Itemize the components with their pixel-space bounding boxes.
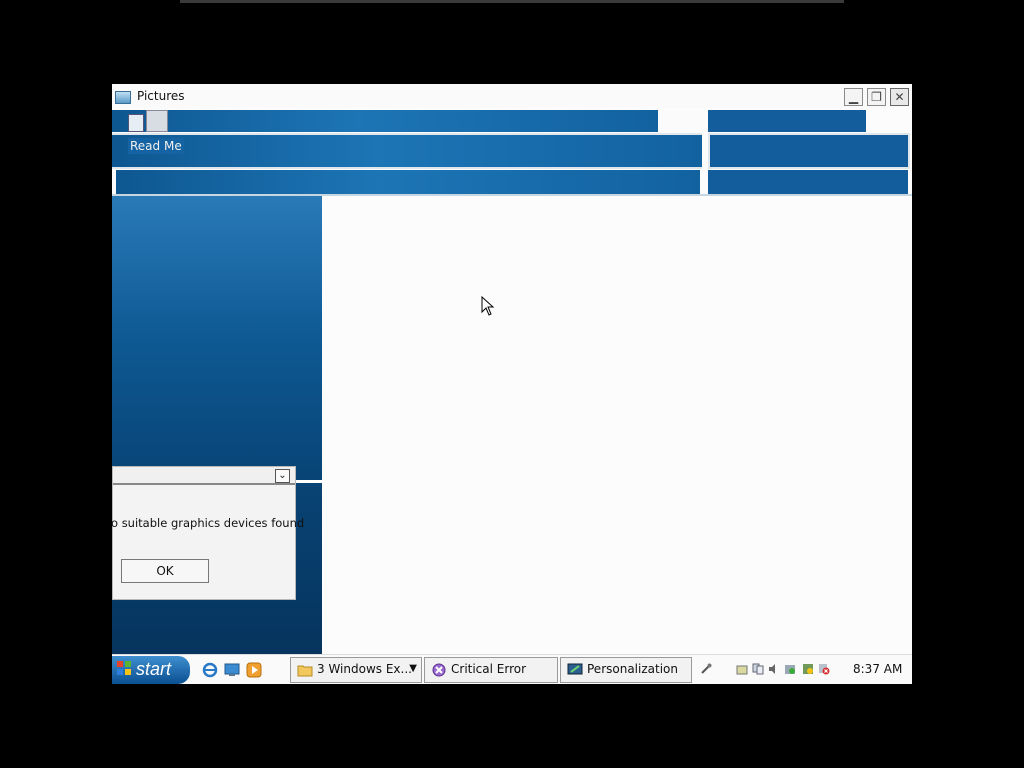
task-windows-explorer[interactable]: 3 Windows Ex... ▼: [290, 657, 422, 683]
tray-tool-icon[interactable]: [736, 663, 748, 675]
critical-error-dialog: ⌄ o suitable graphics devices found OK: [112, 466, 304, 600]
toolbar-gap: [658, 110, 708, 132]
close-button[interactable]: ✕: [890, 88, 909, 106]
start-label: start: [136, 659, 172, 679]
address-band: [112, 133, 702, 169]
folder-icon: [297, 665, 313, 677]
close-icon: ✕: [894, 90, 905, 104]
dialog-dropdown-button[interactable]: ⌄: [275, 469, 290, 483]
microphone-icon[interactable]: [700, 663, 712, 675]
minimize-button[interactable]: ▁: [844, 88, 863, 106]
task-label: Personalization: [587, 662, 678, 676]
desktop-screen: Pictures ▁ ❐ ✕ Read Me ⌄ o suitable grap…: [112, 84, 912, 684]
ok-button[interactable]: OK: [121, 559, 209, 583]
taskbar: start 3 Windows Ex... ▼ Critical Error P…: [112, 654, 912, 684]
toolbar-band-right: [708, 110, 866, 132]
address-band-right: [708, 133, 910, 169]
tray-alert-icon[interactable]: [818, 663, 830, 675]
window-titlebar[interactable]: Pictures ▁ ❐ ✕: [112, 84, 912, 108]
pictures-folder-icon: [115, 91, 131, 104]
toolbar-band: [112, 110, 658, 132]
read-me-item[interactable]: Read Me: [128, 138, 184, 154]
dialog-edge-line: [296, 480, 322, 483]
maximize-icon: ❐: [871, 90, 882, 104]
clock[interactable]: 8:37 AM: [853, 662, 902, 676]
minimize-icon: ▁: [848, 90, 859, 104]
tray-network-icon[interactable]: [752, 663, 764, 675]
mouse-cursor-icon: [481, 296, 495, 316]
internet-explorer-icon[interactable]: [202, 662, 218, 678]
task-label: 3 Windows Ex...: [317, 662, 412, 676]
window-title: Pictures: [137, 89, 185, 103]
task-group-arrow-icon: ▼: [409, 663, 417, 674]
shortcut-icon[interactable]: [128, 114, 144, 132]
dialog-titlebar[interactable]: ⌄: [113, 467, 295, 485]
task-personalization[interactable]: Personalization: [560, 657, 692, 683]
header-band: [116, 170, 700, 194]
tray-updates-icon[interactable]: [802, 663, 814, 675]
media-player-icon[interactable]: [246, 662, 262, 678]
task-critical-error[interactable]: Critical Error: [424, 657, 558, 683]
show-desktop-icon[interactable]: [224, 662, 240, 678]
image-file-icon[interactable]: [146, 110, 168, 132]
critical-error-app-icon: [432, 663, 446, 677]
maximize-button[interactable]: ❐: [867, 88, 886, 106]
dialog-message: o suitable graphics devices found: [112, 516, 305, 530]
header-band-right: [708, 170, 908, 194]
windows-flag-icon: [117, 661, 131, 675]
chevron-down-icon: ⌄: [278, 470, 287, 481]
personalization-icon: [567, 663, 583, 675]
start-button[interactable]: start: [112, 656, 190, 684]
top-edge-line: [180, 0, 844, 3]
file-content-area[interactable]: [322, 196, 912, 654]
volume-icon[interactable]: [768, 663, 780, 675]
tray-security-icon[interactable]: [784, 663, 796, 675]
task-label: Critical Error: [451, 662, 527, 676]
